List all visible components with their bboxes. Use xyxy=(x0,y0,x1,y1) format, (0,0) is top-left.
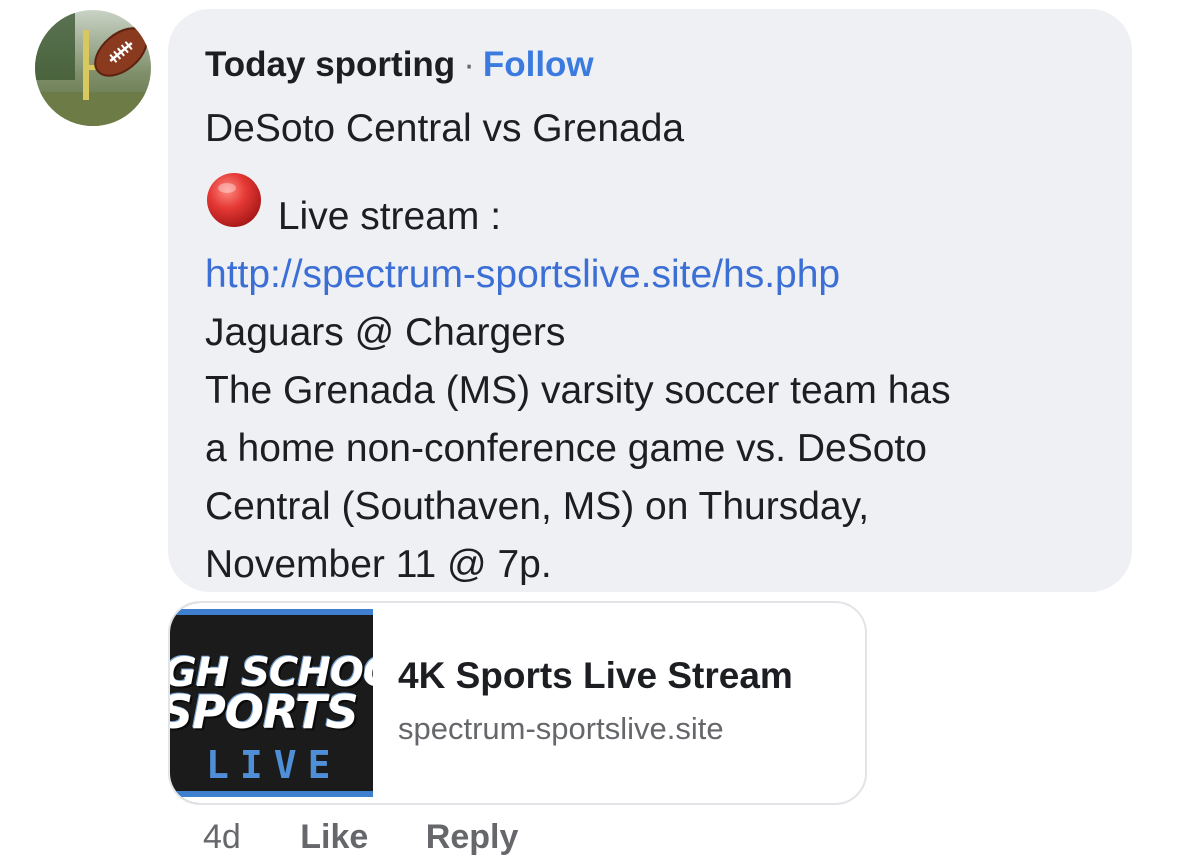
comment-body: DeSoto Central vs Grenada Live stream : … xyxy=(205,100,1115,594)
comment-actions: 4d Like Reply xyxy=(203,814,518,860)
description-line-4: November 11 @ 7p. xyxy=(205,543,552,586)
separator-dot: · xyxy=(463,45,475,84)
red-circle-icon xyxy=(207,173,261,227)
follow-link[interactable]: Follow xyxy=(483,45,594,84)
live-stream-line: Live stream : xyxy=(205,171,1115,246)
description-line-2: a home non-conference game vs. DeSoto xyxy=(205,427,927,470)
description-line-1: The Grenada (MS) varsity soccer team has xyxy=(205,369,951,412)
link-preview-thumbnail: GH SCHOO SPORTS LIVE xyxy=(170,603,373,803)
thumbnail-text-live: LIVE xyxy=(206,743,342,787)
link-preview-domain: spectrum-sportslive.site xyxy=(398,711,724,746)
stream-link[interactable]: http://spectrum-sportslive.site/hs.php xyxy=(205,246,1115,304)
reply-button[interactable]: Reply xyxy=(426,814,519,860)
thumbnail-text-line-2: SPORTS xyxy=(170,685,359,739)
comment-age[interactable]: 4d xyxy=(203,814,241,860)
like-button[interactable]: Like xyxy=(300,814,368,860)
description-line-3: Central (Southaven, MS) on Thursday, xyxy=(205,485,870,528)
football-icon xyxy=(35,10,151,126)
link-preview-title: 4K Sports Live Stream xyxy=(398,655,793,696)
comment-header: Today sporting · Follow xyxy=(205,42,594,88)
matchup-line: Jaguars @ Chargers xyxy=(205,311,566,354)
author-name[interactable]: Today sporting xyxy=(205,45,455,84)
link-preview-card[interactable]: GH SCHOO SPORTS LIVE 4K Sports Live Stre… xyxy=(168,601,867,805)
comment-title-line: DeSoto Central vs Grenada xyxy=(205,107,685,150)
live-stream-label: Live stream : xyxy=(277,195,502,238)
avatar[interactable] xyxy=(35,10,151,126)
